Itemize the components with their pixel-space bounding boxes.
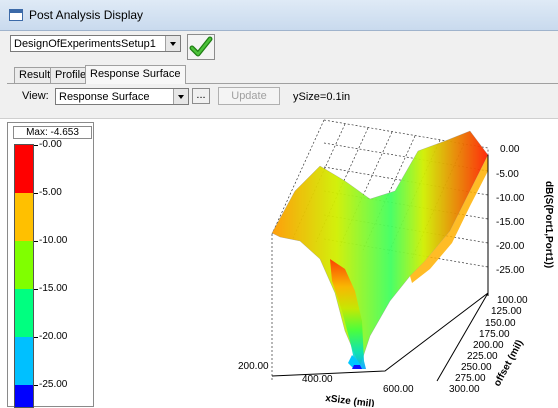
offset-tick-label: 175.00 bbox=[479, 329, 510, 340]
offset-tick-label: 200.00 bbox=[473, 340, 504, 351]
xsize-axis-label: xSize (mil) bbox=[325, 393, 375, 407]
offset-tick-label: 275.00 bbox=[455, 373, 486, 384]
z-axis-ticks: 0.00 -5.00 -10.00 -15.00 -20.00 -25.00 bbox=[496, 144, 525, 276]
offset-tick-label: 250.00 bbox=[461, 362, 492, 373]
z-tick-label: -25.00 bbox=[496, 265, 525, 276]
z-tick-label: 0.00 bbox=[500, 144, 520, 155]
tab-response-surface[interactable]: Response Surface bbox=[85, 65, 186, 84]
xsize-tick-label: 600.00 bbox=[383, 384, 414, 395]
z-tick-label: -5.00 bbox=[496, 169, 519, 180]
surface-back-wing bbox=[271, 130, 489, 367]
response-surface-plot[interactable]: 0.00 -5.00 -10.00 -15.00 -20.00 -25.00 d… bbox=[0, 31, 558, 407]
offset-tick-label: 225.00 bbox=[467, 351, 498, 362]
xsize-tick-label: 400.00 bbox=[302, 374, 333, 385]
window-icon bbox=[9, 9, 23, 21]
z-tick-label: -15.00 bbox=[496, 217, 525, 228]
xsize-tick-label: 200.00 bbox=[238, 361, 269, 372]
title-bar: Post Analysis Display bbox=[0, 0, 558, 31]
xsize-axis-ticks: 200.00 400.00 600.00 bbox=[238, 361, 414, 395]
z-axis-label: dB(S(Port1,Port1)) bbox=[543, 181, 554, 268]
offset-tick-label: 150.00 bbox=[485, 318, 516, 329]
window-title: Post Analysis Display bbox=[29, 8, 144, 22]
offset-tick-label: 300.00 bbox=[449, 384, 480, 395]
offset-tick-label: 100.00 bbox=[497, 295, 528, 306]
z-tick-label: -20.00 bbox=[496, 241, 525, 252]
offset-tick-label: 125.00 bbox=[491, 306, 522, 317]
z-tick-label: -10.00 bbox=[496, 193, 525, 204]
